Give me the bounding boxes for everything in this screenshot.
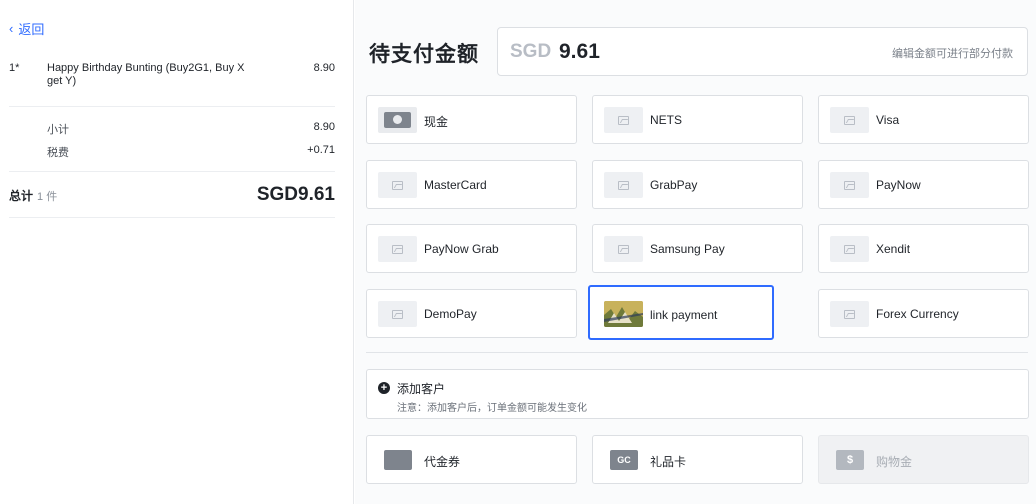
back-label: 返回 xyxy=(18,22,45,37)
payment-method-samsung-pay[interactable]: Samsung Pay xyxy=(592,224,803,273)
payment-method-label: DemoPay xyxy=(424,307,477,321)
payment-panel: 待支付金额 SGD 9.61 编辑金额可进行部分付款 现金 NETS Visa … xyxy=(355,0,1036,504)
total-amount: SGD9.61 xyxy=(256,184,335,205)
payment-method-label: MasterCard xyxy=(424,178,487,192)
item-price: 8.90 xyxy=(313,62,335,74)
payment-method-cash[interactable]: 现金 xyxy=(366,95,577,144)
divider xyxy=(9,171,335,172)
cash-icon xyxy=(378,107,417,133)
store-credit-icon: $ xyxy=(836,450,864,470)
voucher-icon xyxy=(384,450,412,470)
total-label: 总计 xyxy=(9,188,34,203)
total-label-group: 总计 1 件 xyxy=(9,187,57,204)
tax-label: 税费 xyxy=(47,147,69,159)
image-placeholder-icon xyxy=(830,172,869,198)
image-placeholder-icon xyxy=(830,107,869,133)
payment-method-grabpay[interactable]: GrabPay xyxy=(592,160,803,209)
image-placeholder-icon xyxy=(378,236,417,262)
order-summary-panel: ‹ 返回 1* Happy Birthday Bunting (Buy2G1, … xyxy=(0,0,354,504)
payment-method-link-payment[interactable]: link payment xyxy=(588,285,774,340)
gift-card-label: 礼品卡 xyxy=(650,455,687,469)
amount-input[interactable]: SGD 9.61 编辑金额可进行部分付款 xyxy=(497,27,1028,76)
partial-payment-hint: 编辑金额可进行部分付款 xyxy=(892,48,1013,60)
payment-method-xendit[interactable]: Xendit xyxy=(818,224,1029,273)
image-placeholder-icon xyxy=(378,172,417,198)
payment-method-label: Samsung Pay xyxy=(650,242,725,256)
item-name: Happy Birthday Bunting (Buy2G1, Buy X ge… xyxy=(47,62,245,87)
image-placeholder-icon xyxy=(378,301,417,327)
divider xyxy=(9,217,335,218)
currency-code: SGD xyxy=(510,41,552,62)
payment-method-label: PayNow Grab xyxy=(424,242,499,256)
payment-method-label: link payment xyxy=(650,308,718,322)
amount-due-title: 待支付金额 xyxy=(369,43,479,66)
payment-method-label: PayNow xyxy=(876,178,921,192)
tax-row: 税费 +0.71 xyxy=(47,144,335,160)
subtotal-row: 小计 8.90 xyxy=(47,121,335,137)
gift-card-button[interactable]: GC 礼品卡 xyxy=(592,435,803,484)
payment-method-nets[interactable]: NETS xyxy=(592,95,803,144)
section-divider xyxy=(366,352,1028,353)
tax-value: +0.71 xyxy=(307,144,335,156)
gift-card-icon: GC xyxy=(610,450,638,470)
payment-method-paynow[interactable]: PayNow xyxy=(818,160,1029,209)
chevron-left-icon: ‹ xyxy=(9,21,14,36)
back-button[interactable]: ‹ 返回 xyxy=(9,19,44,38)
subtotal-value: 8.90 xyxy=(313,121,335,133)
payment-method-demopay[interactable]: DemoPay xyxy=(366,289,577,338)
total-row: 总计 1 件 SGD9.61 xyxy=(9,183,335,207)
link-payment-image-icon xyxy=(604,301,643,327)
voucher-button[interactable]: 代金券 xyxy=(366,435,577,484)
image-placeholder-icon xyxy=(830,301,869,327)
store-credit-button[interactable]: $ 购物金 xyxy=(818,435,1029,484)
voucher-label: 代金券 xyxy=(424,455,461,469)
payment-method-label: NETS xyxy=(650,113,683,127)
payment-method-label: 现金 xyxy=(424,115,449,129)
payment-method-visa[interactable]: Visa xyxy=(818,95,1029,144)
store-credit-label: 购物金 xyxy=(876,455,913,469)
amount-value[interactable]: 9.61 xyxy=(559,40,600,64)
add-customer-button[interactable]: + 添加客户 注意：添加客户后，订单金额可能发生变化 xyxy=(366,369,1029,419)
payment-method-mastercard[interactable]: MasterCard xyxy=(366,160,577,209)
plus-circle-icon: + xyxy=(378,382,390,394)
divider xyxy=(9,106,335,107)
item-quantity: 1* xyxy=(9,62,20,74)
image-placeholder-icon xyxy=(604,107,643,133)
total-item-count: 1 件 xyxy=(37,190,58,203)
subtotal-label: 小计 xyxy=(47,124,69,136)
image-placeholder-icon xyxy=(604,236,643,262)
image-placeholder-icon xyxy=(830,236,869,262)
payment-method-label: GrabPay xyxy=(650,178,698,192)
add-customer-note: 注意：添加客户后，订单金额可能发生变化 xyxy=(397,403,587,414)
payment-method-label: Xendit xyxy=(876,242,911,256)
payment-method-forex-currency[interactable]: Forex Currency xyxy=(818,289,1029,338)
add-customer-label: 添加客户 xyxy=(397,382,446,396)
payment-method-label: Forex Currency xyxy=(876,307,959,321)
payment-method-paynow-grab[interactable]: PayNow Grab xyxy=(366,224,577,273)
payment-method-label: Visa xyxy=(876,113,900,127)
image-placeholder-icon xyxy=(604,172,643,198)
